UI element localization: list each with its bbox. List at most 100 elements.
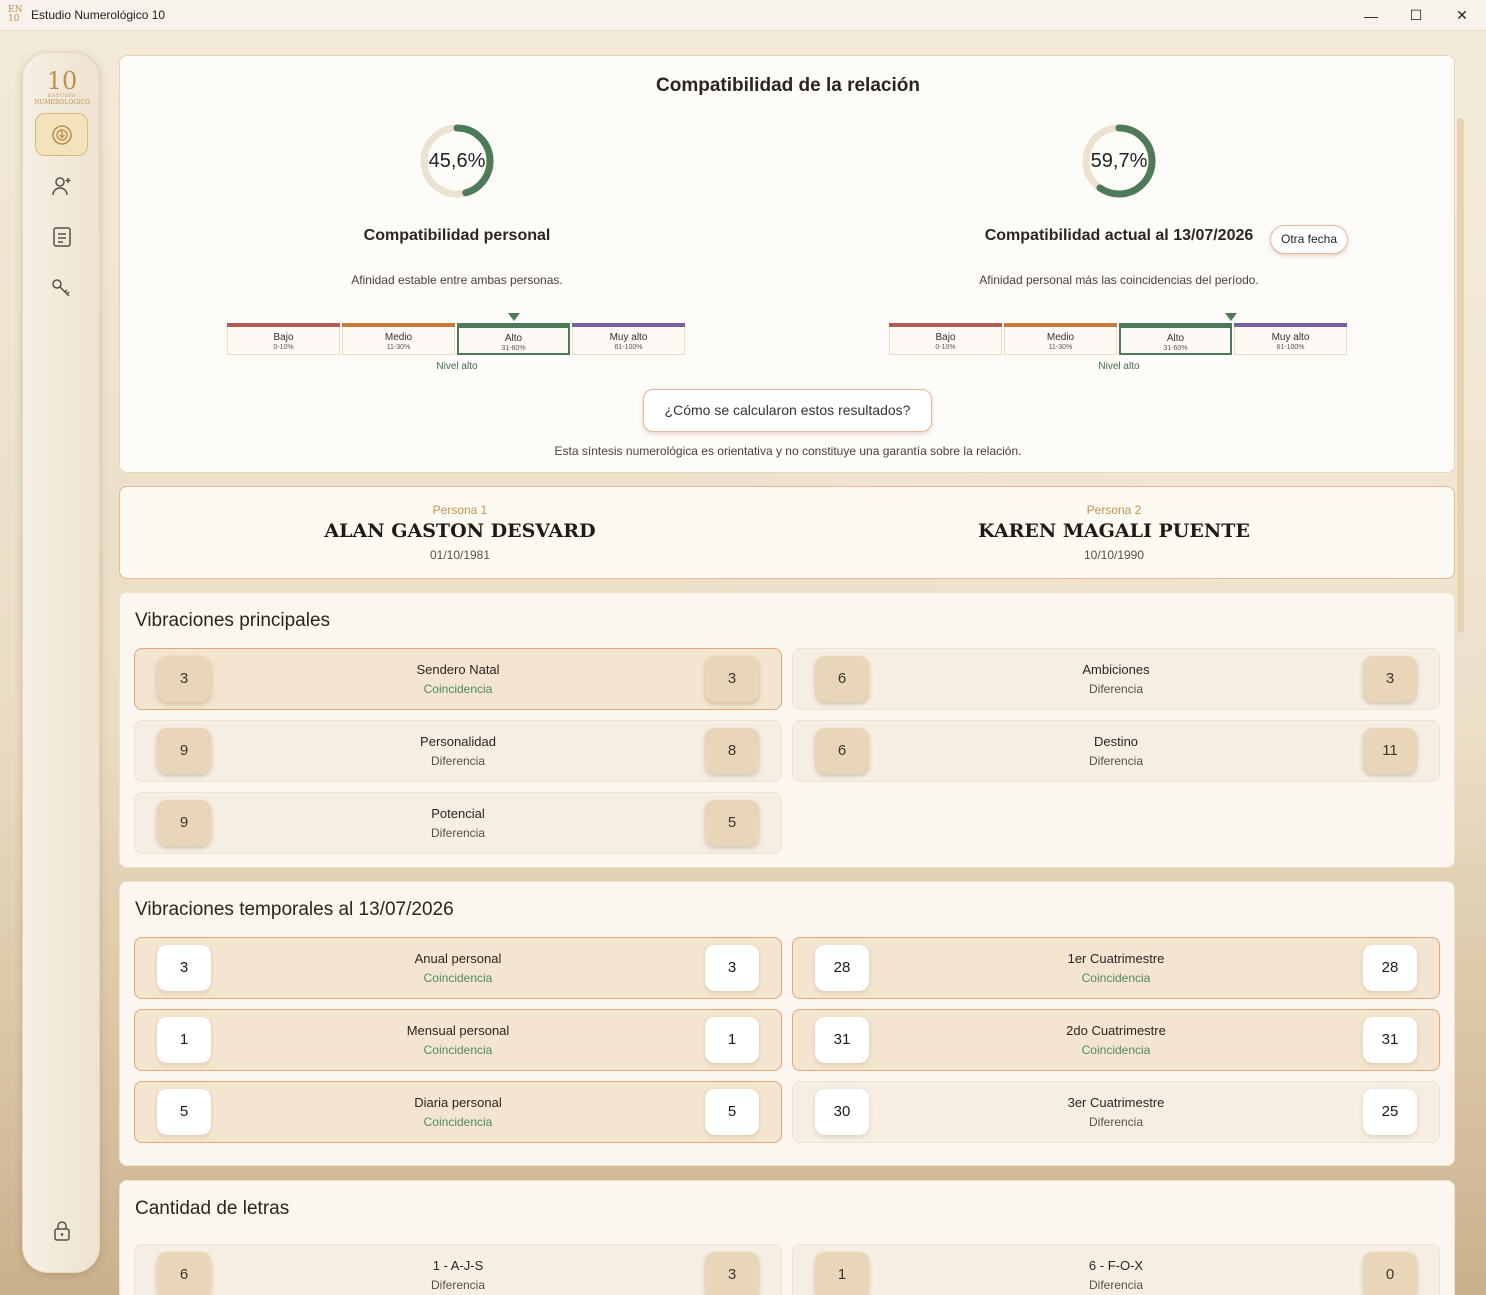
level-color-bar	[1234, 323, 1347, 327]
level-name: Alto	[1166, 333, 1185, 344]
title-bar: EN 10 Estudio Numerológico 10 — ☐ ✕	[0, 0, 1486, 31]
level-color-bar	[1004, 323, 1117, 327]
disclaimer: Esta síntesis numerológica es orientativ…	[554, 444, 1022, 458]
window-title: Estudio Numerológico 10	[31, 8, 166, 22]
level-name: Medio	[384, 332, 413, 343]
app-icon: EN 10	[8, 5, 23, 24]
close-button[interactable]: ✕	[1439, 0, 1485, 31]
level-marker	[1224, 313, 1237, 321]
current-level-scale: Bajo 0-10% Medio 11-30% Alto 31-60% Muy alto 61…	[889, 313, 1349, 355]
vibration-label: Personalidad	[420, 734, 496, 749]
scrollbar[interactable]	[1457, 118, 1464, 633]
vibration-row[interactable]: 9 Potencial Diferencia 5	[134, 792, 782, 854]
personal-desc: Afinidad estable entre ambas personas.	[351, 273, 563, 287]
key-icon	[51, 278, 70, 297]
vibration-status: Coincidencia	[423, 682, 493, 696]
vibration-label: Anual personal	[414, 951, 502, 966]
person2-value: 3	[1363, 656, 1417, 702]
vibration-row[interactable]: 3 Sendero Natal Coincidencia 3	[134, 648, 782, 710]
level-name: Medio	[1046, 332, 1075, 343]
section-title: Cantidad de letras	[135, 1198, 290, 1219]
vibration-status: Diferencia	[430, 754, 486, 768]
vibration-row[interactable]: 28 1er Cuatrimestre Coincidencia 28	[792, 937, 1440, 999]
minimize-button[interactable]: —	[1348, 0, 1394, 31]
level-name: Alto	[504, 333, 523, 344]
section-title: Vibraciones temporales al 13/07/2026	[135, 899, 454, 920]
personal-label: Compatibilidad personal	[363, 227, 551, 244]
vibration-label: Sendero Natal	[416, 662, 500, 677]
logo: 10 ESTUDIO NUMEROLÓGICO	[34, 67, 90, 106]
level-name: Muy alto	[1271, 332, 1310, 343]
nav-persons[interactable]	[35, 164, 88, 207]
vibration-status: Coincidencia	[423, 971, 493, 985]
person2-value: 8	[705, 728, 759, 774]
person-birthdate: 01/10/1981	[429, 548, 491, 562]
vibration-row[interactable]: 6 Destino Diferencia 11	[792, 720, 1440, 782]
vibration-row[interactable]: 31 2do Cuatrimestre Coincidencia 31	[792, 1009, 1440, 1071]
level-color-bar	[458, 324, 569, 328]
vibration-row[interactable]: 5 Diaria personal Coincidencia 5	[134, 1081, 782, 1143]
level-bajo: Bajo 0-10%	[227, 323, 340, 355]
person-birthdate: 10/10/1990	[1083, 548, 1145, 562]
vibration-status: Coincidencia	[423, 1115, 493, 1129]
person2-value: 25	[1363, 1089, 1417, 1135]
person2-value: 0	[1363, 1252, 1417, 1295]
person2-value: 3	[705, 656, 759, 702]
nav-compatibility[interactable]	[35, 113, 88, 156]
compatibility-title: Compatibilidad de la relación	[656, 75, 920, 96]
vibration-row[interactable]: 1 Mensual personal Coincidencia 1	[134, 1009, 782, 1071]
level-name: Muy alto	[609, 332, 648, 343]
vibration-row[interactable]: 9 Personalidad Diferencia 8	[134, 720, 782, 782]
vibration-label: 2do Cuatrimestre	[1066, 1023, 1166, 1038]
level-name: Bajo	[273, 332, 294, 343]
person2-value: 31	[1363, 1017, 1417, 1063]
maximize-button[interactable]: ☐	[1393, 0, 1439, 31]
level-name: Bajo	[935, 332, 956, 343]
personal-percent: 45,6%	[428, 150, 486, 172]
nav-license[interactable]	[35, 266, 88, 309]
vibration-status: Diferencia	[1088, 682, 1144, 696]
vibration-row[interactable]: 30 3er Cuatrimestre Diferencia 25	[792, 1081, 1440, 1143]
level-range: 11-30%	[1048, 344, 1073, 351]
vibration-row[interactable]: 16 - F-O-X Diferencia 0	[792, 1244, 1440, 1295]
vibration-status: Coincidencia	[1081, 971, 1151, 985]
vibration-status: Diferencia	[1088, 1278, 1144, 1292]
level-range: 31-60%	[501, 345, 526, 352]
person-tag: Persona 2	[1086, 503, 1142, 517]
level-range: 11-30%	[386, 344, 411, 351]
current-gauge: 59,7%	[1081, 123, 1157, 199]
other-date-button[interactable]: Otra fecha	[1270, 225, 1348, 254]
vibration-row[interactable]: 6 Ambiciones Diferencia 3	[792, 648, 1440, 710]
persons-card: Persona 1 ALAN GASTON DESVARD 01/10/1981…	[119, 486, 1455, 579]
vibration-row[interactable]: 61 - A-J-S Diferencia 3	[134, 1244, 782, 1295]
level-alto: Alto 31-60%	[457, 323, 570, 355]
vibration-label: Potencial	[431, 806, 485, 821]
nav-reports[interactable]	[35, 215, 88, 258]
person-name: ALAN GASTON DESVARD	[324, 520, 596, 542]
vibration-label: 1er Cuatrimestre	[1067, 951, 1165, 966]
vibration-label: Destino	[1093, 734, 1139, 749]
compatibility-card: Compatibilidad de la relación 45,6% Comp…	[119, 55, 1455, 473]
person2-value: 5	[705, 800, 759, 846]
person-name: KAREN MAGALI PUENTE	[978, 520, 1250, 542]
vibration-status: Diferencia	[430, 1278, 486, 1292]
level-medio: Medio 11-30%	[1004, 323, 1117, 355]
lock-button[interactable]	[35, 1209, 88, 1252]
level-range: 0-10%	[935, 344, 956, 351]
level-alto: Alto 31-60%	[1119, 323, 1232, 355]
current-desc: Afinidad personal más las coincidencias …	[979, 273, 1259, 287]
level-medio: Medio 11-30%	[342, 323, 455, 355]
level-color-bar	[227, 323, 340, 327]
vibration-label: 1 - A-J-S	[432, 1258, 484, 1273]
vibration-status: Coincidencia	[1081, 1043, 1151, 1057]
vibration-status: Diferencia	[430, 826, 486, 840]
level-marker	[507, 313, 520, 321]
level-range: 0-10%	[273, 344, 294, 351]
how-calculated-button[interactable]: ¿Cómo se calcularon estos resultados?	[643, 389, 932, 432]
level-muy-alto: Muy alto 61-100%	[1234, 323, 1347, 355]
compatibility-icon	[51, 124, 72, 145]
person2-value: 5	[705, 1089, 759, 1135]
vibration-row[interactable]: 3 Anual personal Coincidencia 3	[134, 937, 782, 999]
level-bajo: Bajo 0-10%	[889, 323, 1002, 355]
personal-level-label: Nivel alto	[436, 361, 478, 372]
